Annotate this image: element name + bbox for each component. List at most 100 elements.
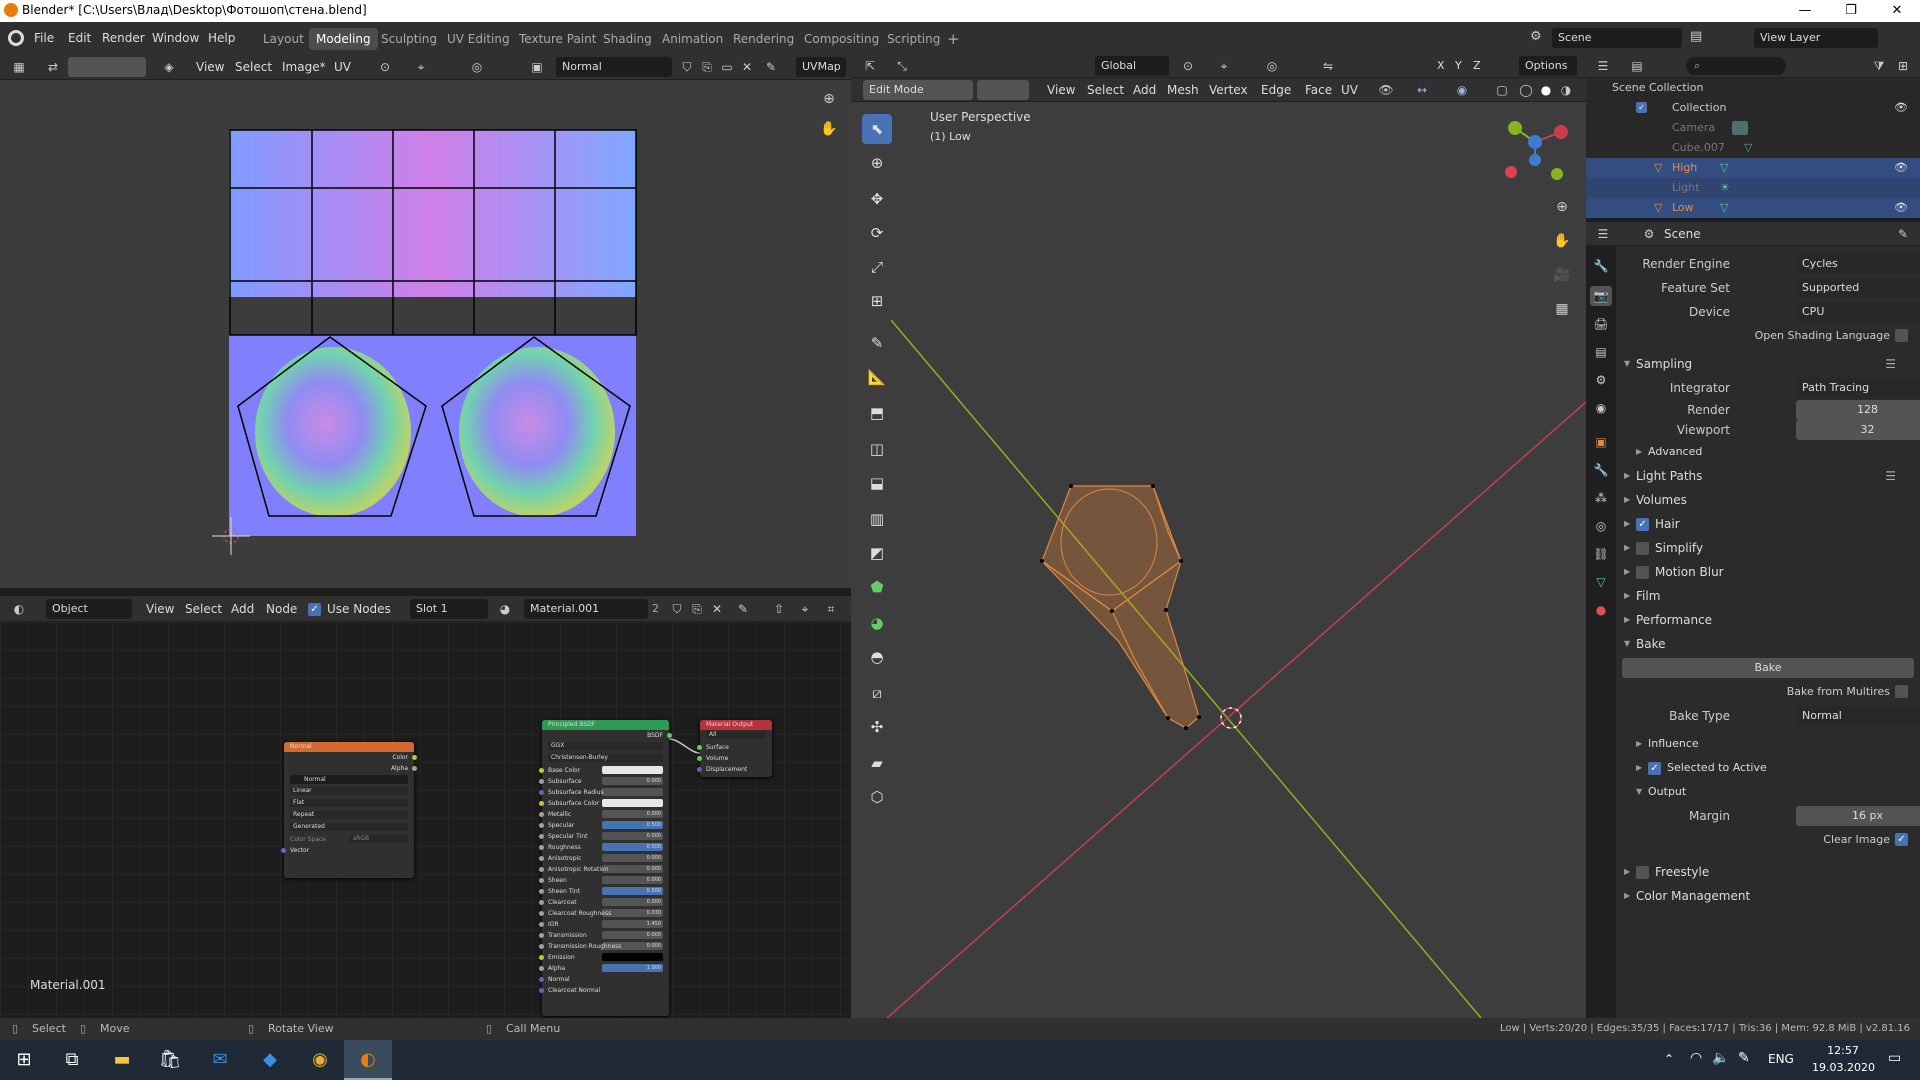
outliner-search-input[interactable]: ⌕ — [1686, 57, 1786, 75]
menu-window[interactable]: Window — [152, 22, 199, 54]
edit-mode-selector[interactable]: Edit Mode — [863, 80, 973, 100]
bsdf-input-value[interactable] — [602, 766, 663, 774]
output-tab-icon[interactable]: 🖨 — [1590, 314, 1612, 334]
performance-section[interactable]: ▶ Performance — [1616, 608, 1920, 632]
render-engine-dropdown[interactable]: Cycles — [1796, 254, 1920, 274]
drag-icon[interactable]: ⤡ — [891, 56, 913, 76]
principled-bsdf-node[interactable]: Principled BSDF BSDF GGX Christensen-Bur… — [539, 720, 672, 1016]
blender-taskbar-icon[interactable]: ◐ — [344, 1040, 392, 1080]
eye-icon[interactable]: 👁 — [1894, 98, 1908, 118]
device-dropdown[interactable]: CPU — [1796, 302, 1920, 322]
bsdf-input-value[interactable] — [602, 788, 663, 796]
node-snap-icon[interactable]: ⌖ — [794, 599, 816, 619]
image-datablock[interactable]: Normal — [284, 775, 414, 786]
bsdf-sss-method[interactable]: Christensen-Burley — [542, 754, 669, 765]
tab-layout[interactable]: Layout — [256, 28, 311, 50]
viewport-snap-icon[interactable]: ⌖ — [1213, 56, 1235, 76]
bsdf-input-value[interactable]: 0.000 — [602, 832, 663, 840]
photoshop-icon[interactable]: ◆ — [246, 1040, 294, 1080]
tool-inset[interactable]: ◫ — [862, 434, 892, 464]
bsdf-input-value[interactable]: 0.000 — [602, 931, 663, 939]
image-extension[interactable]: Repeat — [284, 811, 414, 822]
image-color-space[interactable]: Color Space sRGB — [284, 834, 414, 845]
camera-view-icon[interactable]: 🎥 — [1549, 262, 1575, 288]
bsdf-input-value[interactable]: 1.450 — [602, 920, 663, 928]
tab-texture-paint[interactable]: Texture Paint — [512, 28, 603, 50]
tool-move[interactable]: ✥ — [862, 184, 892, 214]
maximize-button[interactable]: ❐ — [1828, 0, 1874, 22]
node-mode-selector[interactable]: Object — [46, 599, 132, 619]
unlink-image-icon[interactable]: ✕ — [736, 57, 758, 77]
use-nodes-checkbox[interactable]: ✓ — [308, 603, 321, 616]
bsdf-input-row[interactable]: Specular Tint 0.000 — [539, 831, 669, 842]
uv-menu-view[interactable]: View — [196, 57, 224, 77]
vp-menu-view[interactable]: View — [1047, 80, 1075, 100]
viewport-samples-field[interactable]: 32 — [1796, 420, 1920, 440]
proportional-edit-icon[interactable]: ◎ — [466, 57, 488, 77]
uv-menu-image[interactable]: Image* — [282, 57, 326, 77]
language-indicator[interactable]: ENG — [1768, 1052, 1794, 1066]
material-browse-icon[interactable]: ◕ — [494, 599, 516, 619]
tool-annotate[interactable]: ✎ — [862, 328, 892, 358]
visibility-icon[interactable]: 👁 — [1375, 80, 1397, 100]
world-tab-icon[interactable]: ◉ — [1590, 398, 1612, 418]
material-name-field[interactable]: Material.001 — [524, 599, 648, 619]
render-tab-icon[interactable]: 📷 — [1590, 286, 1612, 306]
bsdf-input-value[interactable]: 0.000 — [602, 898, 663, 906]
vp-menu-vertex[interactable]: Vertex — [1209, 80, 1248, 100]
outliner-scene-collection[interactable]: Scene Collection — [1586, 78, 1920, 98]
mirror-icon[interactable]: ⇋ — [1317, 56, 1339, 76]
new-image-icon[interactable]: ⎘ — [696, 57, 718, 77]
tab-shading[interactable]: Shading — [596, 28, 659, 50]
motion-blur-checkbox[interactable] — [1636, 566, 1649, 579]
image-name-field[interactable]: Normal — [556, 57, 672, 77]
tool-rip[interactable]: ⬡ — [862, 782, 892, 812]
bake-multires-checkbox[interactable] — [1895, 685, 1908, 698]
bsdf-input-row[interactable]: Metallic 0.000 — [539, 809, 669, 820]
bsdf-input-row[interactable]: Alpha 1.000 — [539, 963, 669, 974]
vp-menu-add[interactable]: Add — [1133, 80, 1156, 100]
tab-modeling[interactable]: Modeling — [309, 28, 378, 50]
node-menu-view[interactable]: View — [146, 599, 174, 619]
node-menu-add[interactable]: Add — [231, 599, 254, 619]
vp-menu-mesh[interactable]: Mesh — [1167, 80, 1199, 100]
vp-menu-uv[interactable]: UV — [1341, 80, 1358, 100]
bsdf-input-value[interactable] — [602, 953, 663, 961]
pan-hand-icon[interactable]: ✋ — [816, 116, 842, 142]
tab-rendering[interactable]: Rendering — [726, 28, 801, 50]
store-icon[interactable]: 🛍 — [146, 1040, 194, 1080]
integrator-dropdown[interactable]: Path Tracing — [1796, 378, 1920, 398]
select-mode-group[interactable] — [977, 80, 1029, 100]
bsdf-input-row[interactable]: Transmission Roughness 0.000 — [539, 941, 669, 952]
collection-include-checkbox[interactable]: ✓ — [1636, 102, 1647, 113]
notifications-icon[interactable]: ▭ — [1888, 1050, 1901, 1066]
render-samples-field[interactable]: 128 — [1796, 400, 1920, 420]
volume-icon[interactable]: 🔈 — [1712, 1050, 1729, 1066]
outliner-item-low[interactable]: ▽ Low ▽ 👁 — [1586, 198, 1920, 218]
node-snap-target-icon[interactable]: ⌗ — [820, 599, 842, 619]
modifier-tab-icon[interactable]: 🔧 — [1590, 460, 1612, 480]
image-source[interactable]: Generated — [284, 823, 414, 834]
tool-measure[interactable]: 📐 — [862, 362, 892, 392]
output-subsection[interactable]: ▼ Output — [1616, 780, 1920, 804]
light-paths-presets-icon[interactable]: ☰ — [1885, 464, 1896, 488]
snap-icon[interactable]: ⌖ — [410, 57, 432, 77]
bsdf-input-row[interactable]: Clearcoat 0.000 — [539, 897, 669, 908]
margin-field[interactable]: 16 px — [1796, 806, 1920, 826]
select-mode-buttons[interactable] — [68, 57, 146, 77]
menu-help[interactable]: Help — [208, 22, 235, 54]
zoom-icon[interactable]: ⊕ — [816, 86, 842, 112]
bsdf-input-row[interactable]: Emission — [539, 952, 669, 963]
node-menu-select[interactable]: Select — [185, 599, 222, 619]
tool-scale[interactable]: ⤢ — [862, 252, 892, 282]
image-interpolation[interactable]: Linear — [284, 787, 414, 798]
bsdf-input-value[interactable]: 0.500 — [602, 843, 663, 851]
blender-menu-icon[interactable] — [8, 30, 24, 46]
parent-node-icon[interactable]: ⇧ — [768, 599, 790, 619]
add-workspace-button[interactable]: + — [940, 28, 967, 50]
color-management-section[interactable]: ▶ Color Management — [1616, 884, 1920, 908]
outliner-item-collection[interactable]: ✓ Collection 👁 — [1586, 98, 1920, 118]
task-view-icon[interactable]: ⧉ — [48, 1040, 96, 1080]
fake-user-material-icon[interactable]: ⛉ — [666, 599, 688, 619]
open-image-icon[interactable]: ▭ — [716, 57, 738, 77]
